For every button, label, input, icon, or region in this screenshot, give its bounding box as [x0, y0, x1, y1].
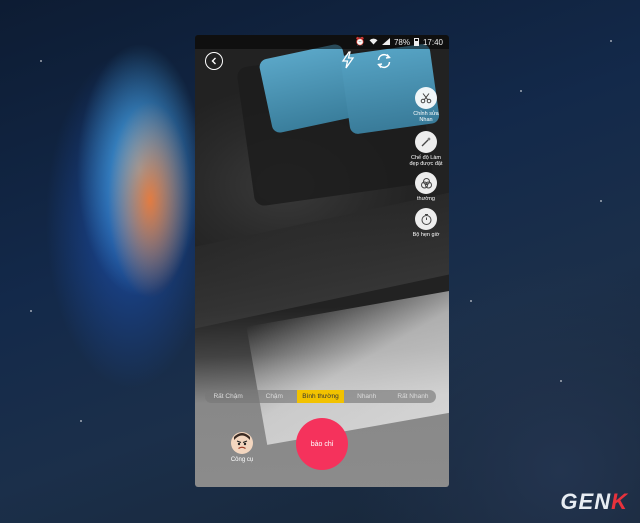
flash-icon [341, 51, 355, 69]
side-tool-label: Chỉnh sửa Nhan [413, 111, 439, 123]
back-button[interactable] [205, 52, 223, 70]
tools-button[interactable]: Công cụ [227, 432, 257, 463]
filter-button[interactable]: thường [408, 172, 444, 202]
filter-icon [420, 177, 432, 188]
side-tool-label: thường [417, 196, 435, 202]
beauty-mode-button[interactable]: Chế độ Làm đẹp được đặt [408, 131, 444, 167]
watermark-suffix: K [611, 489, 628, 514]
magic-wand-icon [421, 137, 431, 147]
record-button[interactable]: bảo chỉ [296, 418, 348, 470]
genk-watermark: GENK [560, 489, 628, 515]
side-tool-label: Chế độ Làm đẹp được đặt [409, 155, 443, 167]
chevron-left-icon [211, 57, 216, 65]
switch-camera-button[interactable] [375, 52, 393, 70]
speed-option-normal[interactable]: Bình thường [297, 390, 344, 403]
speed-option-very-slow[interactable]: Rất Chậm [205, 390, 251, 403]
signal-icon [381, 37, 390, 47]
clock: 17:40 [422, 37, 443, 47]
speed-option-very-fast[interactable]: Rất Nhanh [390, 390, 436, 403]
wifi-icon [369, 38, 378, 47]
timer-button[interactable]: Bộ hẹn giờ [408, 208, 444, 238]
alarm-icon: ⏰ [354, 37, 365, 46]
timer-icon [421, 213, 431, 225]
flash-button[interactable] [341, 51, 355, 69]
speed-option-slow[interactable]: Chậm [251, 390, 297, 403]
switch-camera-icon [377, 53, 391, 69]
beauty-edit-button[interactable]: Chỉnh sửa Nhan [408, 87, 444, 123]
watermark-prefix: GEN [560, 489, 612, 514]
status-bar: ⏰ 78% 17:40 [195, 35, 449, 49]
beauty-icon [420, 93, 432, 104]
side-tool-label: Bộ hẹn giờ [412, 232, 440, 238]
battery-percent: 78% [393, 37, 410, 47]
speed-selector: Rất Chậm Chậm Bình thường Nhanh Rất Nhan… [205, 390, 436, 403]
camera-screen: ⏰ 78% 17:40 Chỉnh sửa Nhan Chế độ Làm đẹ… [195, 35, 449, 487]
tools-label: Công cụ [230, 457, 254, 463]
emoji-face-icon [231, 432, 253, 454]
battery-icon [413, 38, 419, 46]
record-label: bảo chỉ [310, 440, 334, 448]
speed-option-fast[interactable]: Nhanh [344, 390, 390, 403]
